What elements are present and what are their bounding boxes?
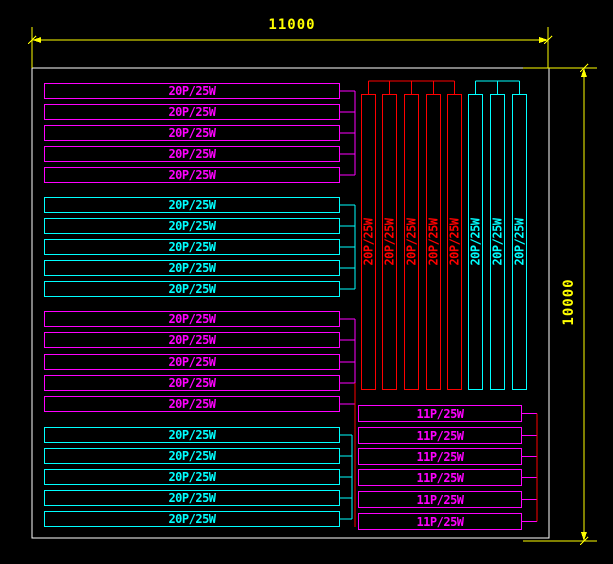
module-string-row: 20P/25W bbox=[44, 83, 340, 99]
module-string-column-label: 20P/25W bbox=[406, 218, 418, 265]
module-string-row: 20P/25W bbox=[44, 104, 340, 120]
module-string-row: 20P/25W bbox=[44, 511, 340, 527]
module-string-row-label: 20P/25W bbox=[168, 377, 215, 389]
module-string-row-label: 20P/25W bbox=[168, 262, 215, 274]
module-string-row-label: 20P/25W bbox=[168, 106, 215, 118]
module-string-row-label: 20P/25W bbox=[168, 241, 215, 253]
module-string-column-label: 20P/25W bbox=[363, 218, 375, 265]
module-string-row: 20P/25W bbox=[44, 311, 340, 327]
module-string-row: 20P/25W bbox=[44, 239, 340, 255]
module-string-row: 20P/25W bbox=[44, 375, 340, 391]
module-string-bottom: 11P/25W bbox=[358, 491, 522, 508]
module-string-column: 20P/25W bbox=[490, 94, 505, 390]
module-string-column: 20P/25W bbox=[404, 94, 419, 390]
module-string-bottom-label: 11P/25W bbox=[416, 494, 463, 506]
module-string-row: 20P/25W bbox=[44, 125, 340, 141]
module-string-row-label: 20P/25W bbox=[168, 85, 215, 97]
module-string-row-label: 20P/25W bbox=[168, 398, 215, 410]
module-string-row: 20P/25W bbox=[44, 396, 340, 412]
module-string-row-label: 20P/25W bbox=[168, 169, 215, 181]
module-string-row-label: 20P/25W bbox=[168, 313, 215, 325]
dimension-width-label: 11000 bbox=[268, 18, 315, 32]
module-string-bottom: 11P/25W bbox=[358, 405, 522, 422]
module-string-row-label: 20P/25W bbox=[168, 148, 215, 160]
module-string-column-label: 20P/25W bbox=[470, 218, 482, 265]
module-string-column: 20P/25W bbox=[512, 94, 527, 390]
module-string-bottom: 11P/25W bbox=[358, 469, 522, 486]
module-string-row: 20P/25W bbox=[44, 448, 340, 464]
module-string-column: 20P/25W bbox=[447, 94, 462, 390]
module-string-row: 20P/25W bbox=[44, 354, 340, 370]
module-string-row-label: 20P/25W bbox=[168, 199, 215, 211]
module-string-row: 20P/25W bbox=[44, 427, 340, 443]
module-string-row-label: 20P/25W bbox=[168, 513, 215, 525]
module-string-row-label: 20P/25W bbox=[168, 450, 215, 462]
module-string-row: 20P/25W bbox=[44, 332, 340, 348]
module-string-row: 20P/25W bbox=[44, 146, 340, 162]
module-string-column-label: 20P/25W bbox=[428, 218, 440, 265]
module-string-row-label: 20P/25W bbox=[168, 220, 215, 232]
module-string-row-label: 20P/25W bbox=[168, 356, 215, 368]
module-string-row: 20P/25W bbox=[44, 260, 340, 276]
module-string-column: 20P/25W bbox=[426, 94, 441, 390]
module-string-bottom-label: 11P/25W bbox=[416, 516, 463, 528]
module-string-bottom-label: 11P/25W bbox=[416, 430, 463, 442]
module-string-row-label: 20P/25W bbox=[168, 492, 215, 504]
module-string-bottom-label: 11P/25W bbox=[416, 408, 463, 420]
module-string-row-label: 20P/25W bbox=[168, 127, 215, 139]
module-string-column-label: 20P/25W bbox=[514, 218, 526, 265]
module-string-row: 20P/25W bbox=[44, 197, 340, 213]
module-string-row-label: 20P/25W bbox=[168, 334, 215, 346]
dim-arrow-left bbox=[32, 37, 41, 43]
module-string-bottom-label: 11P/25W bbox=[416, 472, 463, 484]
dim-arrow-top bbox=[581, 68, 587, 77]
module-string-row: 20P/25W bbox=[44, 281, 340, 297]
module-string-row: 20P/25W bbox=[44, 469, 340, 485]
module-string-bottom: 11P/25W bbox=[358, 513, 522, 530]
dim-arrow-bottom bbox=[581, 532, 587, 541]
module-string-row: 20P/25W bbox=[44, 167, 340, 183]
module-string-column: 20P/25W bbox=[361, 94, 376, 390]
module-string-bottom: 11P/25W bbox=[358, 448, 522, 465]
dim-arrow-right bbox=[539, 37, 548, 43]
module-string-column-label: 20P/25W bbox=[449, 218, 461, 265]
module-string-bottom: 11P/25W bbox=[358, 427, 522, 444]
module-string-row: 20P/25W bbox=[44, 218, 340, 234]
module-string-bottom-label: 11P/25W bbox=[416, 451, 463, 463]
module-string-column-label: 20P/25W bbox=[384, 218, 396, 265]
module-string-column: 20P/25W bbox=[382, 94, 397, 390]
cad-drawing-canvas: 11000 10000 20P/25W 20P/25W 20P/25W 20P/25W… bbox=[0, 0, 613, 564]
module-string-row-label: 20P/25W bbox=[168, 429, 215, 441]
module-string-row: 20P/25W bbox=[44, 490, 340, 506]
module-string-column-label: 20P/25W bbox=[492, 218, 504, 265]
module-string-row-label: 20P/25W bbox=[168, 283, 215, 295]
module-string-row-label: 20P/25W bbox=[168, 471, 215, 483]
module-string-column: 20P/25W bbox=[468, 94, 483, 390]
dimension-height-label: 10000 bbox=[562, 278, 576, 325]
